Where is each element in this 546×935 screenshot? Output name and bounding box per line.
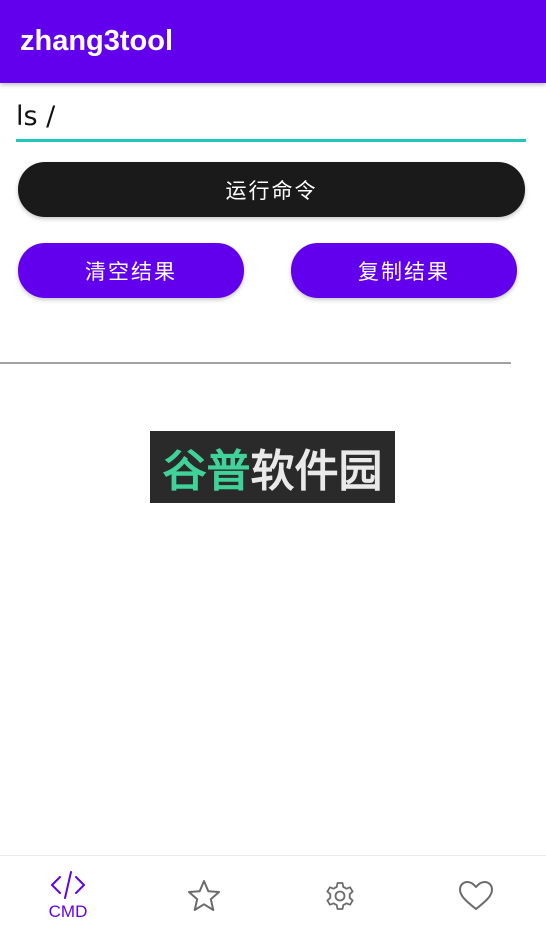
app-bar: zhang3tool [0, 0, 546, 83]
watermark-text-white: 软件园 [250, 446, 383, 497]
watermark-text-green: 谷普 [162, 446, 251, 497]
gear-icon [323, 879, 357, 913]
nav-label-cmd: CMD [48, 902, 88, 921]
bottom-navigation: CMD [0, 855, 546, 935]
result-divider [0, 362, 511, 364]
star-icon [187, 879, 221, 913]
watermark-logo: 谷普 软件园 [150, 431, 395, 503]
nav-item-cmd[interactable]: CMD [0, 856, 136, 935]
nav-item-likes[interactable] [408, 856, 544, 935]
heart-icon [458, 880, 494, 912]
command-input[interactable] [16, 98, 526, 142]
nav-item-settings[interactable] [272, 856, 408, 935]
code-icon [50, 870, 86, 900]
nav-item-favorites[interactable] [136, 856, 272, 935]
run-command-button[interactable]: 运行命令 [18, 162, 525, 217]
copy-result-button[interactable]: 复制结果 [291, 243, 517, 298]
app-title: zhang3tool [20, 25, 174, 57]
clear-result-button[interactable]: 清空结果 [18, 243, 244, 298]
